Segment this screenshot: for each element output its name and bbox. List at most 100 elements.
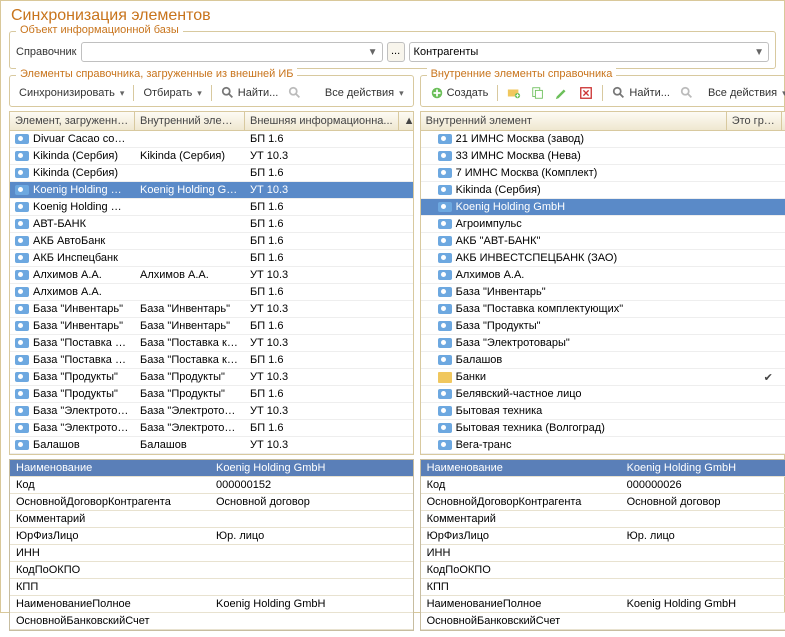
copy-button[interactable] — [528, 84, 548, 102]
table-row[interactable]: Koenig Holding GmbHKoenig Holding GmbHУТ… — [10, 182, 413, 199]
table-row[interactable]: База "Поставка комп...База "Поставка ком… — [10, 335, 413, 352]
table-row[interactable]: Бытовая техника — [421, 403, 785, 420]
table-row[interactable]: База "Электротовары" — [421, 335, 785, 352]
item-icon — [15, 185, 29, 195]
object-type-select[interactable]: ▼ — [81, 42, 383, 62]
table-row[interactable]: Агроимпульс — [421, 216, 785, 233]
object-ref-select[interactable]: Контрагенты▼ — [409, 42, 769, 62]
create-folder-button[interactable] — [504, 84, 524, 102]
table-row[interactable]: АКБ ИнспецбанкБП 1.6 — [10, 250, 413, 267]
table-row[interactable]: Бытовая техника (Волгоград) — [421, 420, 785, 437]
table-row[interactable]: 21 ИМНС Москва (завод) — [421, 131, 785, 148]
details-row: ОсновнойБанковскийСчет — [10, 613, 413, 630]
object-fieldset: Объект информационной базы Справочник ▼ … — [9, 31, 776, 69]
item-icon — [15, 236, 29, 246]
table-row[interactable]: 33 ИМНС Москва (Нева) — [421, 148, 785, 165]
find-button[interactable]: Найти... — [218, 84, 282, 102]
table-row[interactable]: Divuar Cacao companyБП 1.6 — [10, 131, 413, 148]
object-type-picker-button[interactable]: ... — [387, 42, 405, 62]
search-icon — [612, 86, 626, 100]
table-row[interactable]: Kikinda (Сербия) — [421, 182, 785, 199]
col-name[interactable]: Внутренний элемент — [421, 112, 727, 130]
right-details: НаименованиеKoenig Holding GmbHКод000000… — [420, 459, 785, 631]
col-group[interactable]: Это группа — [727, 112, 782, 130]
item-icon — [438, 236, 452, 246]
find-button-right[interactable]: Найти... — [609, 84, 673, 102]
table-row[interactable]: База "Электротовары"База "Электротовары"… — [10, 420, 413, 437]
all-actions-button[interactable]: Все действия — [322, 85, 407, 101]
clear-find-button-right[interactable] — [677, 84, 697, 102]
right-table-header: Внутренний элемент Это группа — [421, 112, 785, 131]
item-icon — [15, 168, 29, 178]
table-row[interactable]: Koenig Holding GmbHБП 1.6 — [10, 199, 413, 216]
search-clear-icon — [288, 86, 302, 100]
details-row: НаименованиеПолноеKoenig Holding GmbH — [421, 596, 785, 613]
right-table-body[interactable]: 21 ИМНС Москва (завод)33 ИМНС Москва (Не… — [421, 131, 785, 454]
table-row[interactable]: Алхимов А.А. — [421, 267, 785, 284]
table-row[interactable]: База "Продукты"База "Продукты"БП 1.6 — [10, 386, 413, 403]
table-row[interactable]: Koenig Holding GmbH — [421, 199, 785, 216]
item-icon — [438, 151, 452, 161]
sync-button[interactable]: Синхронизировать — [16, 85, 127, 101]
details-row: ИНН — [10, 545, 413, 562]
item-icon — [15, 372, 29, 382]
table-row[interactable]: АКБ "АВТ-БАНК" — [421, 233, 785, 250]
object-legend: Объект информационной базы — [16, 24, 183, 36]
details-row: ОсновнойБанковскийСчет — [421, 613, 785, 630]
table-row[interactable]: База "Поставка комплектующих" — [421, 301, 785, 318]
search-clear-icon — [680, 86, 694, 100]
table-row[interactable]: База "Продукты"База "Продукты"УТ 10.3 — [10, 369, 413, 386]
table-row[interactable]: Kikinda (Сербия)Kikinda (Сербия)УТ 10.3 — [10, 148, 413, 165]
table-row[interactable]: Алхимов А.А.БП 1.6 — [10, 284, 413, 301]
col-int[interactable]: Внутренний элемент — [135, 112, 245, 130]
details-header: НаименованиеKoenig Holding GmbH — [421, 460, 785, 477]
table-row[interactable]: Алхимов А.А.Алхимов А.А.УТ 10.3 — [10, 267, 413, 284]
item-icon — [15, 321, 29, 331]
table-row[interactable]: АКБ ИНВЕСТСПЕЦБАНК (ЗАО) — [421, 250, 785, 267]
item-icon — [438, 253, 452, 263]
table-row[interactable]: Банки✔ — [421, 369, 785, 386]
item-icon — [15, 270, 29, 280]
table-row[interactable]: База "Инвентарь" — [421, 284, 785, 301]
left-details: НаименованиеKoenig Holding GmbHКод000000… — [9, 459, 414, 631]
folder-icon — [438, 372, 452, 383]
table-row[interactable]: Балашов — [421, 352, 785, 369]
right-toolbar: Создать Найти... — [421, 76, 785, 106]
details-row: Код000000026 — [421, 477, 785, 494]
table-row[interactable]: Белявский-частное лицо — [421, 386, 785, 403]
delete-button[interactable] — [576, 84, 596, 102]
item-icon — [15, 440, 29, 450]
table-row[interactable]: АКБ АвтоБанкБП 1.6 — [10, 233, 413, 250]
details-row: КодПоОКПО — [10, 562, 413, 579]
filter-button[interactable]: Отбирать — [140, 85, 204, 101]
item-icon — [15, 202, 29, 212]
right-table: Внутренний элемент Это группа 21 ИМНС Мо… — [420, 111, 785, 455]
table-row[interactable]: База "Электротовары"База "Электротовары"… — [10, 403, 413, 420]
table-row[interactable]: База "Продукты" — [421, 318, 785, 335]
details-row: ИНН — [421, 545, 785, 562]
edit-button[interactable] — [552, 84, 572, 102]
details-row: ОсновнойДоговорКонтрагентаОсновной догов… — [10, 494, 413, 511]
table-row[interactable]: 7 ИМНС Москва (Комплект) — [421, 165, 785, 182]
create-button[interactable]: Создать — [427, 84, 492, 102]
item-icon — [438, 321, 452, 331]
item-icon — [438, 168, 452, 178]
details-row: ЮрФизЛицоЮр. лицо — [10, 528, 413, 545]
col-base[interactable]: Внешняя информационна... — [245, 112, 399, 130]
table-row[interactable]: База "Инвентарь"База "Инвентарь"БП 1.6 — [10, 318, 413, 335]
table-row[interactable]: АВТ-БАНКБП 1.6 — [10, 216, 413, 233]
clear-find-button[interactable] — [285, 84, 305, 102]
table-row[interactable]: Kikinda (Сербия)БП 1.6 — [10, 165, 413, 182]
item-icon — [15, 219, 29, 229]
item-icon — [15, 287, 29, 297]
table-row[interactable]: База "Поставка комп...База "Поставка ком… — [10, 352, 413, 369]
all-actions-button-right[interactable]: Все действия — [705, 85, 785, 101]
left-table-body[interactable]: Divuar Cacao companyБП 1.6Kikinda (Серби… — [10, 131, 413, 454]
item-icon — [15, 423, 29, 433]
col-ext[interactable]: Элемент, загруженный из ... — [10, 112, 135, 130]
item-icon — [438, 355, 452, 365]
chevron-down-icon: ▼ — [750, 47, 764, 58]
table-row[interactable]: База "Инвентарь"База "Инвентарь"УТ 10.3 — [10, 301, 413, 318]
table-row[interactable]: БалашовБалашовУТ 10.3 — [10, 437, 413, 454]
table-row[interactable]: Вега-транс — [421, 437, 785, 454]
